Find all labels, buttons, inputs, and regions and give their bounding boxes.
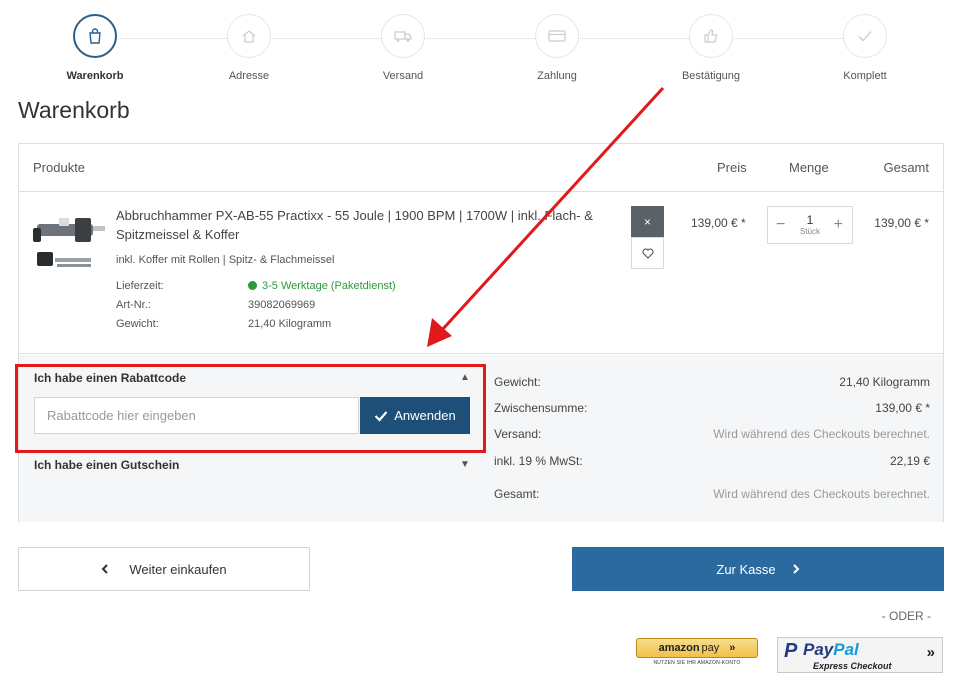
summary-tax-label: inkl. 19 % MwSt: [494,454,583,468]
step-bestaetigung: Bestätigung [651,14,771,82]
delivery-label: Lieferzeit: [116,280,164,292]
continue-label: Weiter einkaufen [129,561,227,577]
header-quantity: Menge [789,160,829,175]
item-total: 139,00 € * [874,216,929,230]
cart-item: Abbruchhammer PX-AB-55 Practixx - 55 Jou… [19,192,943,354]
continue-shopping-button[interactable]: Weiter einkaufen [18,547,310,591]
apply-coupon-button[interactable]: Anwenden [360,397,470,434]
checkmark-icon [374,410,388,422]
step-label: Versand [382,70,424,82]
paypal-express-button[interactable]: P PayPal Express Checkout » [777,637,943,673]
or-separator: - ODER - [881,609,931,623]
cart-table: Produkte Preis Menge Gesamt Abbruchhamme… [15,143,944,522]
step-label: Zahlung [537,70,577,82]
summary-shipping-value: Wird während des Checkouts berechnet. [713,427,930,441]
sku-value: 39082069969 [248,299,316,311]
cart-summary: Ich habe einen Rabattcode ▲ Anwenden Ich… [15,355,943,522]
step-label: Warenkorb [66,70,124,82]
header-price: Preis [717,160,747,175]
checkout-button[interactable]: Zur Kasse [572,547,944,591]
paypal-subtitle: Express Checkout [813,661,892,671]
remove-item-button[interactable]: × [631,206,664,238]
step-komplett: Komplett [805,14,925,82]
amazon-pay-button[interactable]: amazon pay » NUTZEN SIE IHR AMAZON-KONTO [636,638,758,666]
summary-weight-value: 21,40 Kilogramm [839,375,930,389]
header-products: Produkte [33,160,86,175]
double-chevron-icon: » [729,642,736,654]
amazon-pay-subtitle: NUTZEN SIE IHR AMAZON-KONTO [653,660,741,666]
product-image[interactable] [31,210,107,280]
apply-label: Anwenden [394,408,456,423]
coupon-input[interactable] [34,397,359,434]
delivery-value: 3-5 Werktage (Paketdienst) [262,280,396,292]
quantity-plus-button[interactable]: + [834,216,843,234]
chevron-left-icon [101,564,109,574]
summary-weight-label: Gewicht: [494,375,541,389]
close-icon: × [643,215,651,229]
cart-header: Produkte Preis Menge Gesamt [19,144,943,192]
add-to-wishlist-button[interactable] [631,237,664,269]
checkout-stepper: Warenkorb Adresse Versand Zahlung Bestät… [18,14,943,84]
weight-value: 21,40 Kilogramm [248,318,332,330]
summary-total-label: Gesamt: [494,487,540,501]
step-warenkorb[interactable]: Warenkorb [35,14,155,82]
in-stock-dot-icon [248,281,257,290]
page-title: Warenkorb [18,97,130,123]
step-label: Bestätigung [681,70,741,82]
checkout-label: Zur Kasse [716,561,776,577]
header-total: Gesamt [883,160,929,175]
amazon-brand: amazon [658,642,700,654]
thumbs-up-icon [689,14,733,58]
paypal-logo: PayPal [803,640,859,659]
summary-subtotal-label: Zwischensumme: [494,401,588,415]
step-zahlung: Zahlung [497,14,617,82]
summary-subtotal-value: 139,00 € * [875,401,930,415]
credit-card-icon [535,14,579,58]
heart-icon [641,248,654,259]
paypal-p-icon: P [784,640,798,662]
truck-icon [381,14,425,58]
summary-shipping-label: Versand: [494,427,542,441]
delivery-status: 3-5 Werktage (Paketdienst) [248,280,396,292]
summary-tax-value: 22,19 € [889,454,930,468]
sku-label: Art-Nr.: [116,299,151,311]
amazon-pay-logo: amazon pay » [636,638,758,658]
double-chevron-right-icon: » [926,644,935,661]
step-adresse: Adresse [189,14,309,82]
step-label: Komplett [843,70,887,82]
check-icon [843,14,887,58]
shopping-bag-icon [73,14,117,58]
amazon-pay-text: pay [701,642,720,654]
quantity-stepper[interactable]: − 1 Stück + [767,206,853,244]
product-name-link[interactable]: Abbruchhammer PX-AB-55 Practixx - 55 Jou… [116,206,616,244]
home-icon [227,14,271,58]
product-variant: inkl. Koffer mit Rollen | Spitz- & Flach… [116,254,335,266]
chevron-down-icon[interactable]: ▼ [460,459,470,470]
weight-label: Gewicht: [116,318,159,330]
step-versand: Versand [343,14,463,82]
summary-total-value: Wird während des Checkouts berechnet. [713,487,930,501]
chevron-right-icon [792,564,800,574]
step-label: Adresse [228,70,270,82]
coupon-toggle[interactable]: Ich habe einen Rabattcode [34,371,186,385]
item-price: 139,00 € * [691,216,746,230]
chevron-up-icon[interactable]: ▲ [460,372,470,383]
voucher-toggle[interactable]: Ich habe einen Gutschein [34,458,179,472]
